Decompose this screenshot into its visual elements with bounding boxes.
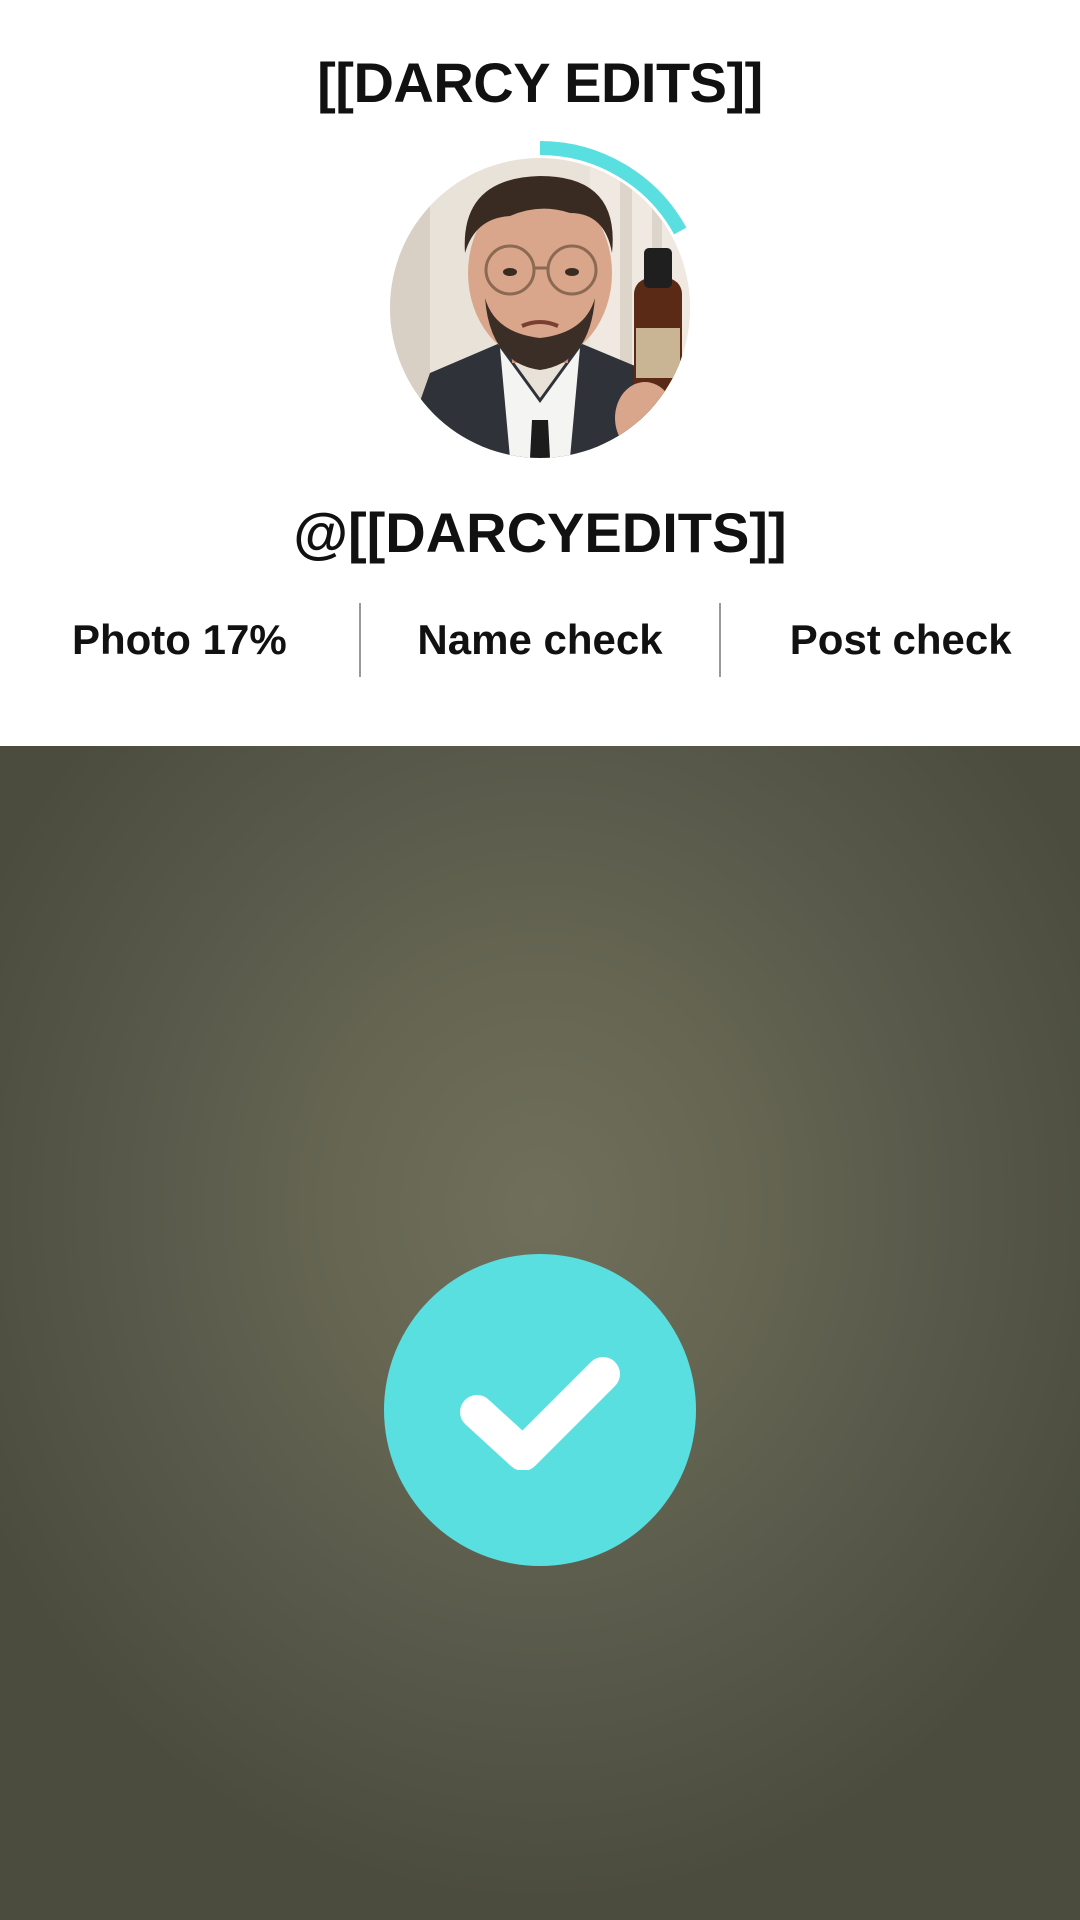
avatar-photo [390,158,690,458]
avatar[interactable] [390,158,690,458]
avatar-with-progress [380,130,720,470]
app-screen: [[DARCY EDITS]] @[[DARCYEDITS]] Photo 17… [0,0,1080,1920]
confirm-check-button[interactable] [384,1254,696,1566]
profile-header: [[DARCY EDITS]] @[[DARCYEDITS]] Photo 17… [0,0,1080,746]
check-tabs: Photo 17% Name check Post check [0,600,1080,680]
checkmark-icon [460,1357,620,1470]
page-title: [[DARCY EDITS]] [317,51,763,114]
tab-name-check[interactable]: Name check [361,600,720,680]
tab-post-check[interactable]: Post check [721,600,1080,680]
tab-photo[interactable]: Photo 17% [0,600,359,680]
username-handle: @[[DARCYEDITS]] [293,501,787,564]
